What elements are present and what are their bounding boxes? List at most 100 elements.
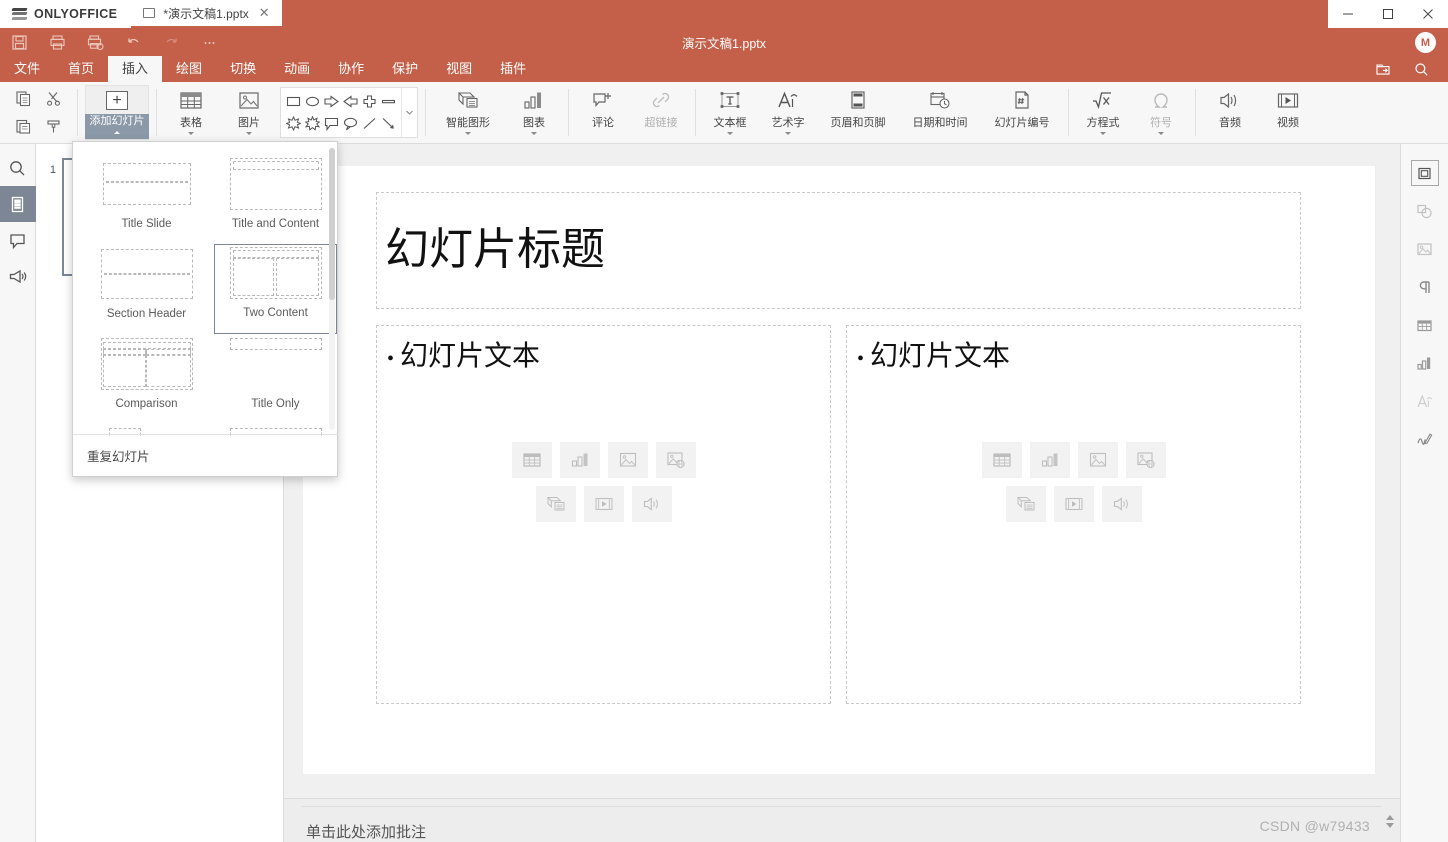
insert-image-button[interactable]: 图片 (220, 82, 278, 143)
sidebar-item-comments[interactable] (0, 222, 36, 258)
table-icon[interactable] (982, 442, 1022, 478)
image-icon[interactable] (1078, 442, 1118, 478)
close-icon[interactable] (1408, 0, 1448, 28)
format-painter-icon[interactable] (38, 113, 68, 141)
notes-placeholder[interactable]: 单击此处添加批注 (306, 821, 426, 842)
insert-wordart-button[interactable]: 艺术字 (759, 82, 817, 143)
text-art-settings-icon[interactable] (1411, 388, 1439, 414)
menu-item-file[interactable]: 文件 (0, 56, 54, 82)
layout-item-two-content[interactable]: Two Content (214, 244, 337, 334)
layout-scrollbar-thumb[interactable] (329, 148, 335, 300)
arrow-left-shape[interactable] (341, 91, 360, 113)
chevron-down-icon[interactable] (246, 132, 252, 135)
insert-equation-button[interactable]: 方程式 (1074, 82, 1132, 143)
content-placeholder-right[interactable]: • 幻灯片文本 (846, 325, 1301, 704)
avatar[interactable]: M (1415, 32, 1436, 53)
image-icon[interactable] (608, 442, 648, 478)
layout-item-title-slide[interactable]: Title Slide (85, 154, 208, 244)
insert-date-time-button[interactable]: 日期和时间 (899, 82, 981, 143)
copy-icon[interactable] (8, 85, 38, 113)
insert-comment-button[interactable]: 评论 (574, 82, 632, 143)
menu-item-protection[interactable]: 保护 (378, 56, 432, 82)
menu-item-plugins[interactable]: 插件 (486, 56, 540, 82)
chevron-down-icon[interactable] (1100, 132, 1106, 135)
notes-splitter[interactable] (302, 799, 1382, 807)
chevron-down-icon[interactable] (785, 132, 791, 135)
video-icon[interactable] (1054, 486, 1094, 522)
scroll-up-icon[interactable] (1386, 815, 1394, 820)
callout-rect-shape[interactable] (322, 113, 341, 135)
close-icon[interactable]: ✕ (257, 5, 272, 21)
audio-icon[interactable] (1102, 486, 1142, 522)
arrow-line-shape[interactable] (379, 113, 398, 135)
smartart-icon[interactable] (536, 486, 576, 522)
star-burst-shape[interactable] (284, 113, 303, 135)
image-settings-icon[interactable] (1411, 236, 1439, 262)
undo-icon[interactable] (114, 28, 152, 56)
add-slide-dropdown[interactable] (85, 129, 149, 139)
table-icon[interactable] (512, 442, 552, 478)
smartart-icon[interactable] (1006, 486, 1046, 522)
layout-item-title-only[interactable]: Title Only (214, 334, 337, 424)
save-icon[interactable] (0, 28, 38, 56)
chevron-down-icon[interactable] (727, 132, 733, 135)
menu-item-home[interactable]: 首页 (54, 56, 108, 82)
notes-bar[interactable]: 单击此处添加批注 CSDN @w79433 (284, 798, 1400, 842)
chart-settings-icon[interactable] (1411, 350, 1439, 376)
menu-item-collaboration[interactable]: 协作 (324, 56, 378, 82)
online-image-icon[interactable] (656, 442, 696, 478)
insert-header-footer-button[interactable]: 页眉和页脚 (817, 82, 899, 143)
menu-item-view[interactable]: 视图 (432, 56, 486, 82)
ellipse-shape[interactable] (303, 91, 322, 113)
insert-table-button[interactable]: 表格 (162, 82, 220, 143)
sidebar-item-slides[interactable] (0, 186, 36, 222)
print-icon[interactable] (38, 28, 76, 56)
duplicate-slide-menu-item[interactable]: 重复幻灯片 (73, 446, 150, 465)
layout-item-comparison[interactable]: Comparison (85, 334, 208, 424)
document-tab[interactable]: *演示文稿1.pptx ✕ (131, 0, 281, 28)
content-placeholder-left[interactable]: • 幻灯片文本 (376, 325, 831, 704)
insert-chart-button[interactable]: 图表 (505, 82, 563, 143)
insert-slide-number-button[interactable]: 幻灯片编号 (981, 82, 1063, 143)
menu-item-transitions[interactable]: 切换 (216, 56, 270, 82)
audio-icon[interactable] (632, 486, 672, 522)
video-icon[interactable] (584, 486, 624, 522)
menu-item-insert[interactable]: 插入 (108, 56, 162, 82)
line-shape[interactable] (360, 113, 379, 135)
sidebar-item-search[interactable] (0, 150, 36, 186)
star-burst-2-shape[interactable] (303, 113, 322, 135)
slide-settings-icon[interactable] (1411, 160, 1439, 186)
online-image-icon[interactable] (1126, 442, 1166, 478)
sidebar-item-chat[interactable] (0, 258, 36, 294)
notes-scrollbar[interactable] (1384, 799, 1396, 842)
plus-shape[interactable] (360, 91, 379, 113)
menu-item-animation[interactable]: 动画 (270, 56, 324, 82)
minus-shape[interactable] (379, 91, 398, 113)
insert-smartart-button[interactable]: 智能图形 (431, 82, 505, 143)
slide-canvas[interactable]: 幻灯片标题 • 幻灯片文本 (303, 166, 1375, 774)
cut-icon[interactable] (38, 85, 68, 113)
shapes-more-chevron-down-icon[interactable] (401, 88, 417, 137)
table-settings-icon[interactable] (1411, 312, 1439, 338)
chevron-down-icon[interactable] (531, 132, 537, 135)
pilcrow-icon[interactable] (1411, 274, 1439, 300)
layout-item-section-header[interactable]: Section Header (85, 244, 208, 334)
ellipsis-icon[interactable] (190, 28, 228, 56)
insert-video-button[interactable]: 视频 (1259, 82, 1317, 143)
insert-textbox-button[interactable]: 文本框 (701, 82, 759, 143)
arrow-right-shape[interactable] (322, 91, 341, 113)
menu-item-draw[interactable]: 绘图 (162, 56, 216, 82)
chart-icon[interactable] (560, 442, 600, 478)
quick-print-icon[interactable] (76, 28, 114, 56)
title-placeholder[interactable]: 幻灯片标题 (376, 192, 1301, 309)
shape-settings-icon[interactable] (1411, 198, 1439, 224)
search-icon[interactable] (1402, 56, 1440, 82)
chevron-down-icon[interactable] (465, 132, 471, 135)
scroll-down-icon[interactable] (1386, 823, 1394, 828)
signature-settings-icon[interactable] (1411, 426, 1439, 452)
minimize-icon[interactable] (1328, 0, 1368, 28)
maximize-icon[interactable] (1368, 0, 1408, 28)
rectangle-shape[interactable] (284, 91, 303, 113)
open-folder-icon[interactable] (1364, 56, 1402, 82)
layout-item-title-and-content[interactable]: Title and Content (214, 154, 337, 244)
